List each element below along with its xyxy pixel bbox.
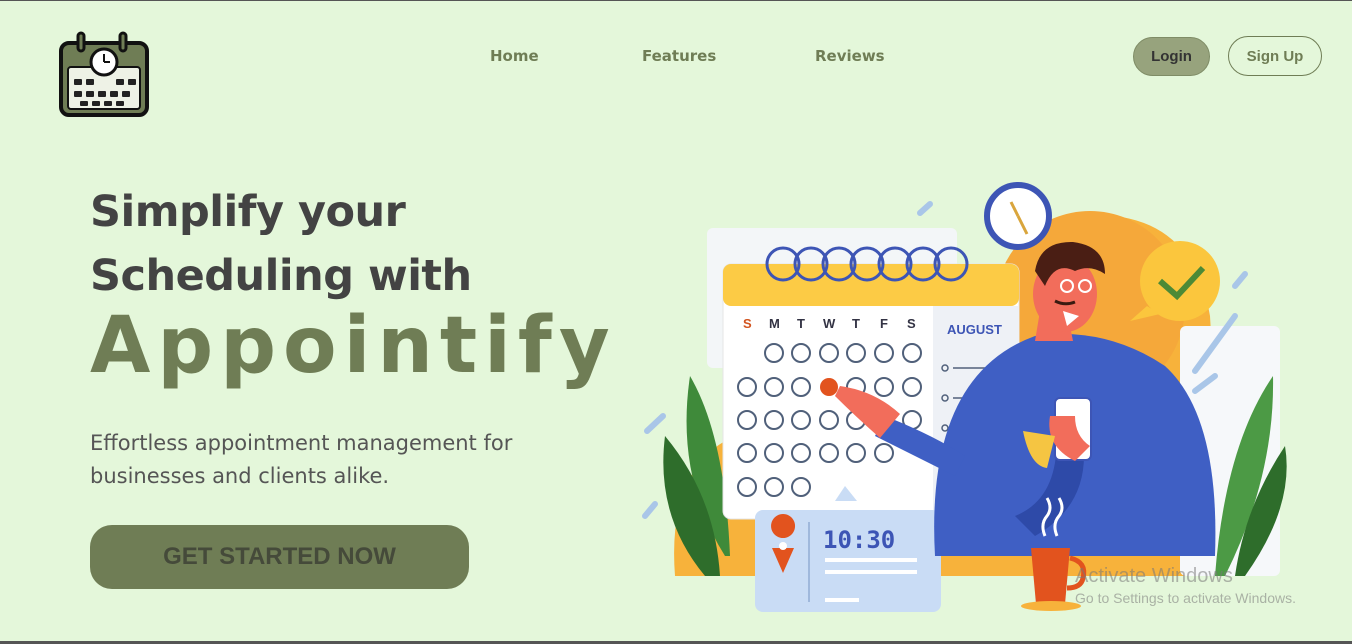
weekday-label: S [743,316,752,331]
nav-features[interactable]: Features [642,47,716,65]
nav-home[interactable]: Home [490,47,539,65]
weekday-label: M [769,316,780,331]
get-started-button[interactable]: GET STARTED NOW [90,525,469,589]
watermark-line1: Activate Windows [1075,565,1233,587]
signup-button[interactable]: Sign Up [1228,36,1322,76]
hero-brand-name: Appointify [90,301,617,391]
nav-reviews[interactable]: Reviews [815,47,885,65]
hero-heading-line1: Simplify your [90,187,406,237]
hero-heading-line2: Scheduling with [90,251,472,301]
watermark-line2: Go to Settings to activate Windows. [1075,590,1296,606]
hero-illustration: S M T W T F S AUGUST 10:30 [635,176,1295,616]
weekday-label: F [880,316,888,331]
weekday-label: W [823,316,836,331]
hero-subtitle: Effortless appointment management for bu… [90,431,513,488]
weekday-label: T [852,316,860,331]
weekday-label: S [907,316,916,331]
login-button[interactable]: Login [1133,37,1210,76]
appointment-time: 10:30 [823,526,895,554]
activate-windows-watermark: Activate Windows Go to Settings to activ… [1075,565,1296,606]
month-label: AUGUST [947,322,1002,337]
calendar-logo-icon[interactable] [58,29,150,119]
weekday-label: T [797,316,805,331]
